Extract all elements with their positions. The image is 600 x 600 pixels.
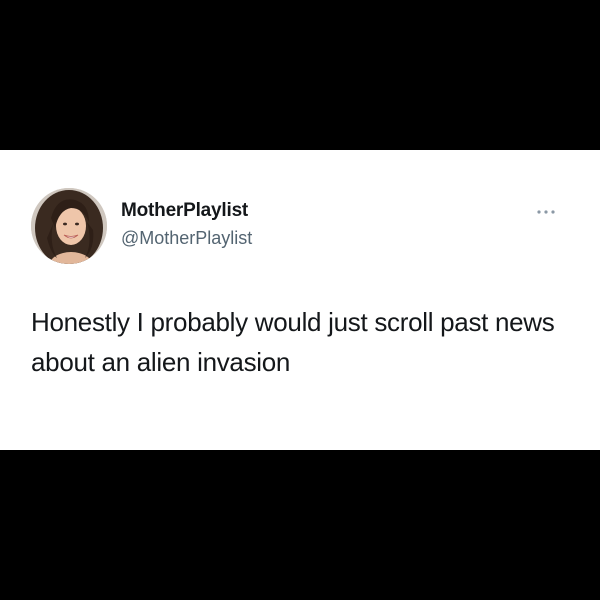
- tweet-card[interactable]: MotherPlaylist @MotherPlaylist Honestly …: [0, 150, 600, 450]
- screenshot-frame: MotherPlaylist @MotherPlaylist Honestly …: [0, 0, 600, 600]
- profile-photo-icon[interactable]: [31, 188, 107, 264]
- user-display-name[interactable]: MotherPlaylist: [121, 200, 248, 222]
- more-options-icon[interactable]: [534, 206, 558, 218]
- letterbox-top: [0, 0, 600, 150]
- user-handle[interactable]: @MotherPlaylist: [121, 228, 252, 249]
- letterbox-bottom: [0, 450, 600, 600]
- tweet-text: Honestly I probably would just scroll pa…: [31, 307, 555, 377]
- avatar-image: [31, 188, 107, 264]
